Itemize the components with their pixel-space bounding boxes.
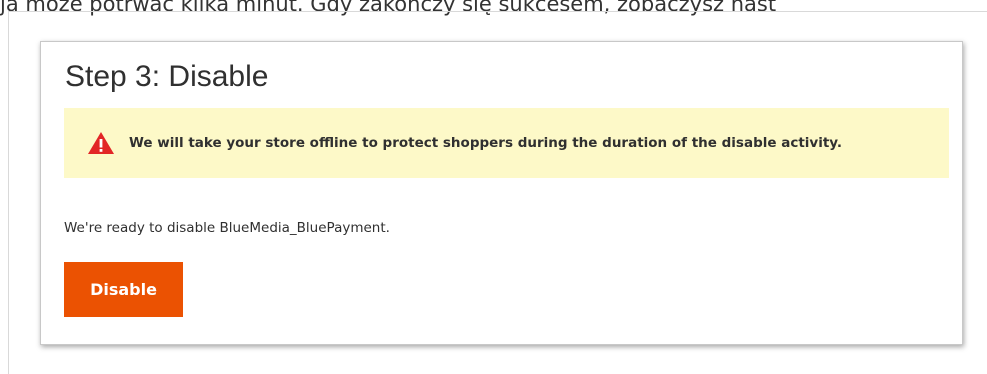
step-title: Step 3: Disable [65, 60, 269, 93]
ready-message: We're ready to disable BlueMedia_BluePay… [64, 220, 390, 236]
disable-step-card: Step 3: Disable We will take your store … [40, 41, 963, 345]
disable-button[interactable]: Disable [64, 262, 183, 317]
warning-triangle-icon [87, 131, 115, 155]
warning-message: We will take your store offline to prote… [64, 108, 949, 178]
warning-text: We will take your store offline to prote… [129, 135, 842, 151]
